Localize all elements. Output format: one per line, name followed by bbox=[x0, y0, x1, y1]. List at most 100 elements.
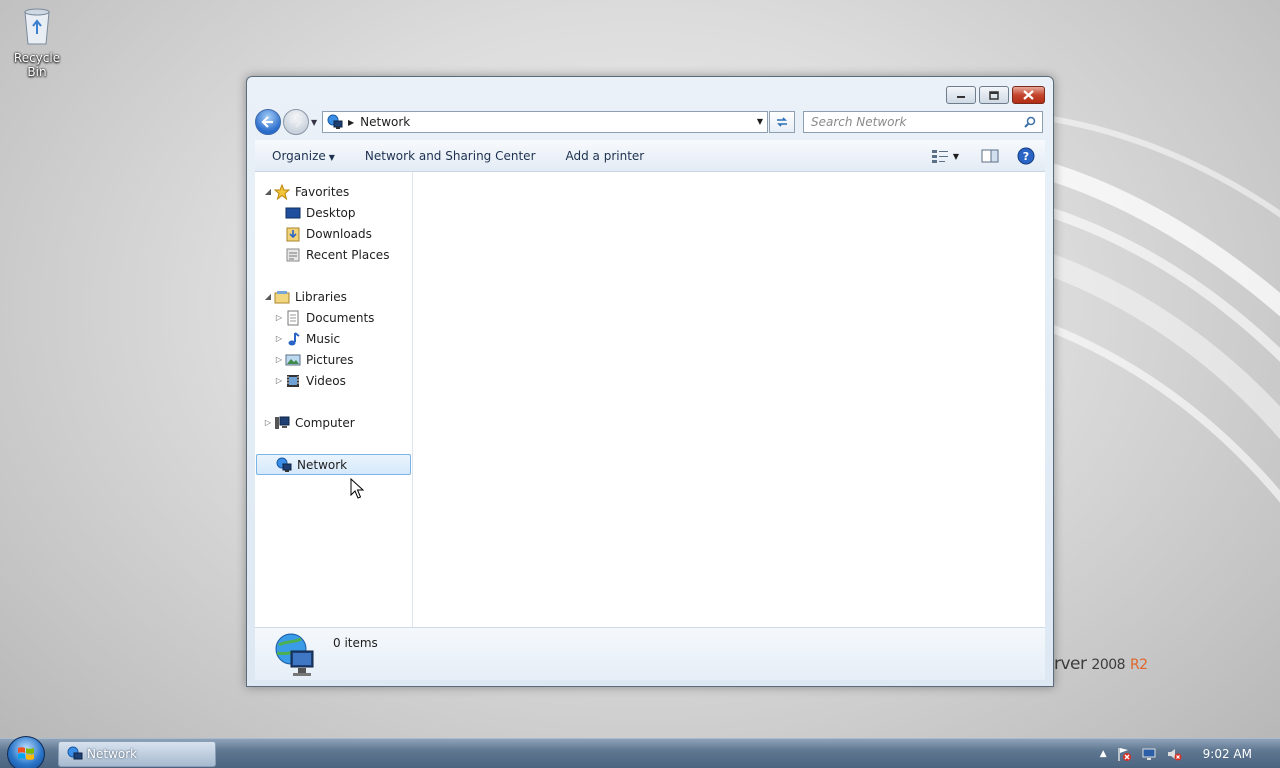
tree-item-desktop[interactable]: Desktop bbox=[255, 202, 412, 223]
branding-version: 2008 bbox=[1091, 657, 1126, 673]
tree-label-libraries: Libraries bbox=[295, 289, 347, 304]
address-dropdown-icon[interactable]: ▼ bbox=[757, 117, 763, 126]
expand-arrow-icon[interactable]: ▷ bbox=[273, 376, 285, 385]
recycle-bin-icon bbox=[24, 8, 50, 45]
details-pane: 0 items bbox=[255, 627, 1045, 680]
tree-label-computer: Computer bbox=[295, 415, 355, 430]
command-bar: Organize ▼ Network and Sharing Center Add… bbox=[255, 140, 1045, 172]
navigation-pane: ◢ Favorites Desktop Downloads Recent Pla… bbox=[255, 172, 413, 627]
tree-item-computer[interactable]: ▷ Computer bbox=[255, 412, 412, 433]
expand-arrow-icon[interactable]: ▷ bbox=[273, 355, 285, 364]
taskbar-network-label: Network bbox=[87, 747, 138, 761]
recycle-bin-label: Recycle Bin bbox=[13, 51, 61, 79]
preview-pane-icon[interactable] bbox=[981, 148, 999, 164]
caption-buttons bbox=[943, 86, 1045, 104]
search-box bbox=[803, 111, 1043, 133]
back-button[interactable] bbox=[255, 109, 281, 135]
expand-arrow-icon[interactable]: ▷ bbox=[262, 418, 274, 427]
network-icon bbox=[276, 457, 292, 472]
maximize-icon bbox=[989, 90, 999, 100]
tree-label-network: Network bbox=[297, 457, 348, 472]
show-hidden-icons-button[interactable]: ▲ bbox=[1100, 749, 1107, 759]
close-icon bbox=[1023, 90, 1034, 100]
svg-text:?: ? bbox=[1023, 150, 1029, 163]
library-icon bbox=[274, 290, 290, 303]
downloads-icon bbox=[286, 227, 300, 241]
organize-label: Organize bbox=[272, 148, 326, 163]
recent-pages-dropdown[interactable]: ▼ bbox=[311, 118, 321, 127]
tree-label-music: Music bbox=[306, 331, 341, 346]
navigation-row: ▼ ▶ Network ▼ bbox=[255, 109, 1045, 135]
item-count: 0 items bbox=[333, 636, 378, 650]
change-view-icon[interactable] bbox=[931, 148, 949, 164]
add-printer-button[interactable]: Add a printer bbox=[566, 149, 645, 163]
computer-icon bbox=[275, 416, 290, 429]
tree-label-videos: Videos bbox=[306, 373, 346, 388]
tree-item-documents[interactable]: ▷ Documents bbox=[255, 307, 412, 328]
music-icon bbox=[288, 331, 300, 345]
collapse-arrow-icon[interactable]: ◢ bbox=[262, 187, 274, 196]
help-icon[interactable]: ? bbox=[1017, 147, 1035, 165]
organize-dropdown-icon: ▼ bbox=[328, 152, 335, 162]
taskbar-network-window[interactable]: Network bbox=[58, 741, 216, 767]
explorer-window: ▼ ▶ Network ▼ Organize▼ Network and Shar… bbox=[246, 76, 1054, 687]
tree-label-pictures: Pictures bbox=[306, 352, 354, 367]
system-tray: ▲ 9:02 AM bbox=[1100, 739, 1280, 768]
minimize-button[interactable] bbox=[946, 86, 976, 104]
address-bar[interactable]: ▶ Network ▼ bbox=[322, 111, 768, 133]
branding-text: rver bbox=[1054, 654, 1087, 674]
expand-arrow-icon[interactable]: ▷ bbox=[273, 334, 285, 343]
network-large-icon bbox=[275, 633, 314, 676]
file-list-pane[interactable] bbox=[413, 172, 1045, 627]
flag-icon[interactable] bbox=[1116, 746, 1132, 762]
recent-places-icon bbox=[286, 248, 300, 261]
tree-item-favorites[interactable]: ◢ Favorites bbox=[255, 181, 412, 202]
star-icon bbox=[274, 183, 290, 200]
start-button[interactable] bbox=[7, 736, 45, 768]
forward-button[interactable] bbox=[283, 109, 309, 135]
pictures-icon bbox=[285, 354, 301, 365]
collapse-arrow-icon[interactable]: ◢ bbox=[262, 292, 274, 301]
tree-label-downloads: Downloads bbox=[306, 226, 372, 241]
back-arrow-icon bbox=[261, 116, 273, 128]
view-dropdown-icon[interactable]: ▼ bbox=[953, 152, 959, 161]
search-icon[interactable] bbox=[1024, 116, 1036, 128]
tree-label-documents: Documents bbox=[306, 310, 375, 325]
search-input[interactable] bbox=[811, 115, 1021, 129]
tree-item-network[interactable]: Network bbox=[256, 454, 411, 475]
network-sharing-center-button[interactable]: Network and Sharing Center bbox=[365, 149, 536, 163]
tree-item-pictures[interactable]: ▷ Pictures bbox=[255, 349, 412, 370]
tree-label-recent-places: Recent Places bbox=[306, 247, 390, 262]
branding-edition: R2 bbox=[1129, 657, 1148, 673]
network-icon bbox=[327, 114, 343, 129]
tree-item-libraries[interactable]: ◢ Libraries bbox=[255, 286, 412, 307]
videos-icon bbox=[287, 374, 299, 387]
close-button[interactable] bbox=[1012, 86, 1045, 104]
tree-item-recent-places[interactable]: Recent Places bbox=[255, 244, 412, 265]
tree-label-desktop: Desktop bbox=[306, 205, 356, 220]
taskbar: Network ▲ 9:02 AM bbox=[0, 736, 1280, 768]
tree-item-downloads[interactable]: Downloads bbox=[255, 223, 412, 244]
expand-arrow-icon[interactable]: ▷ bbox=[273, 313, 285, 322]
mouse-cursor-icon bbox=[350, 478, 364, 499]
speaker-muted-icon[interactable] bbox=[1166, 746, 1182, 762]
breadcrumb-network[interactable]: Network bbox=[360, 115, 410, 129]
toolbar-right: ▼ ? bbox=[921, 147, 1035, 165]
desktop-icon bbox=[285, 207, 301, 218]
network-icon bbox=[67, 746, 83, 760]
content-area: ◢ Favorites Desktop Downloads Recent Pla… bbox=[255, 172, 1045, 627]
display-icon[interactable] bbox=[1141, 746, 1157, 762]
clock[interactable]: 9:02 AM bbox=[1203, 747, 1252, 761]
tree-item-music[interactable]: ▷ Music bbox=[255, 328, 412, 349]
windows-server-branding: rver 2008 R2 bbox=[1054, 654, 1148, 674]
tree-label-favorites: Favorites bbox=[295, 184, 350, 199]
refresh-button[interactable] bbox=[769, 111, 795, 133]
breadcrumb-separator-icon[interactable]: ▶ bbox=[348, 118, 354, 127]
forward-arrow-icon bbox=[291, 116, 303, 128]
recycle-bin-desktop-icon[interactable]: Recycle Bin bbox=[4, 6, 70, 79]
minimize-icon bbox=[957, 96, 965, 98]
windows-logo-icon bbox=[18, 747, 34, 760]
maximize-button[interactable] bbox=[979, 86, 1009, 104]
organize-menu[interactable]: Organize ▼ bbox=[272, 149, 335, 163]
tree-item-videos[interactable]: ▷ Videos bbox=[255, 370, 412, 391]
